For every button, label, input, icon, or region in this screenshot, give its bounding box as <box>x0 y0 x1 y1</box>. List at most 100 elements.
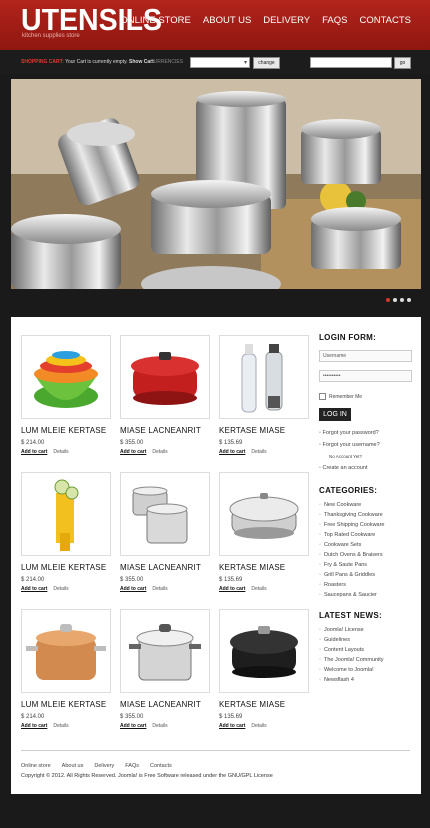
category-item[interactable]: Grill Pans & Griddles <box>319 572 414 578</box>
product-image[interactable] <box>120 472 210 556</box>
product-image[interactable] <box>219 472 309 556</box>
nav-about-us[interactable]: ABOUT US <box>203 15 251 26</box>
product-image[interactable] <box>120 609 210 693</box>
slider-dot[interactable] <box>386 298 390 302</box>
product-image[interactable] <box>21 335 111 419</box>
slider-dot[interactable] <box>400 298 404 302</box>
product-price: $ 135.69 <box>219 577 243 583</box>
nav-faqs[interactable]: FAQS <box>322 15 347 26</box>
add-to-cart-link[interactable]: Add to cart <box>219 723 245 729</box>
nested-bowls-image <box>34 351 98 408</box>
product-image[interactable] <box>21 609 111 693</box>
add-to-cart-link[interactable]: Add to cart <box>120 723 146 729</box>
forgot-password-link[interactable]: ◦ Forgot your password? <box>319 430 414 436</box>
category-item[interactable]: Free Shipping Cookware <box>319 522 414 528</box>
product-card: KERTASE MIASE $ 135.69 Add to cart Detail… <box>219 472 309 592</box>
product-name[interactable]: KERTASE MIASE <box>219 700 309 709</box>
product-card: LUM MLEIE KERTASE $ 214.00 Add to cart De… <box>21 472 111 592</box>
nav-contacts[interactable]: CONTACTS <box>359 15 411 26</box>
category-item[interactable]: Fry & Saute Pans <box>319 562 414 568</box>
add-to-cart-link[interactable]: Add to cart <box>120 449 146 455</box>
add-to-cart-link[interactable]: Add to cart <box>21 723 47 729</box>
nav-online-store[interactable]: ONLINE STORE <box>120 15 191 26</box>
forgot-username-link[interactable]: ◦ Forgot your username? <box>319 442 414 448</box>
product-image[interactable] <box>120 335 210 419</box>
product-price: $ 355.00 <box>120 440 144 446</box>
details-link[interactable]: Details <box>152 723 167 729</box>
add-to-cart-link[interactable]: Add to cart <box>21 449 47 455</box>
currency-select[interactable]: ▾ <box>190 57 250 68</box>
product-name[interactable]: MIASE LACNEANRIT <box>120 426 210 435</box>
add-to-cart-link[interactable]: Add to cart <box>219 449 245 455</box>
cart-empty-text: Your Cart is currently empty. <box>65 59 128 65</box>
product-image[interactable] <box>219 335 309 419</box>
forgot-username-label[interactable]: Forgot your username? <box>322 442 379 448</box>
details-link[interactable]: Details <box>53 449 68 455</box>
add-to-cart-link[interactable]: Add to cart <box>120 586 146 592</box>
details-link[interactable]: Details <box>53 586 68 592</box>
cookware-set-image <box>11 79 421 289</box>
username-field[interactable]: Username <box>319 350 412 362</box>
change-currency-button[interactable]: change <box>253 57 280 69</box>
details-link[interactable]: Details <box>251 449 266 455</box>
product-card: LUM MLEIE KERTASE $ 214.00 Add to cart De… <box>21 609 111 729</box>
footer-link-faqs[interactable]: FAQs <box>125 763 139 769</box>
vegetable-slicer-image <box>54 479 79 551</box>
news-item[interactable]: Welcome to Joomla! <box>319 667 414 673</box>
footer-link-contacts[interactable]: Contacts <box>150 763 172 769</box>
product-name[interactable]: MIASE LACNEANRIT <box>120 563 210 572</box>
slider-dot[interactable] <box>393 298 397 302</box>
details-link[interactable]: Details <box>53 723 68 729</box>
login-button[interactable]: LOG IN <box>319 408 351 421</box>
footer-link-online-store[interactable]: Online store <box>21 763 51 769</box>
latest-news-title: LATEST NEWS: <box>319 611 383 620</box>
product-name[interactable]: LUM MLEIE KERTASE <box>21 700 111 709</box>
footer-link-delivery[interactable]: Delivery <box>94 763 114 769</box>
currencies-label: CURRENCIES <box>150 59 184 65</box>
forgot-password-label[interactable]: Forgot your password? <box>322 430 378 436</box>
product-name[interactable]: KERTASE MIASE <box>219 563 309 572</box>
nav-delivery[interactable]: DELIVERY <box>263 15 310 26</box>
slider-dot[interactable] <box>407 298 411 302</box>
stainless-casserole-image <box>229 493 299 539</box>
product-name[interactable]: LUM MLEIE KERTASE <box>21 426 111 435</box>
product-name[interactable]: LUM MLEIE KERTASE <box>21 563 111 572</box>
category-item[interactable]: Dutch Ovens & Braisers <box>319 552 414 558</box>
product-name[interactable]: KERTASE MIASE <box>219 426 309 435</box>
remember-checkbox[interactable] <box>319 393 326 400</box>
category-item[interactable]: New Cookware <box>319 502 414 508</box>
news-item[interactable]: The Joomla! Community <box>319 657 414 663</box>
news-item[interactable]: Content Layouts <box>319 647 414 653</box>
add-to-cart-link[interactable]: Add to cart <box>219 586 245 592</box>
category-item[interactable]: Thanksgiving Cookware <box>319 512 414 518</box>
footer-link-about-us[interactable]: About us <box>62 763 84 769</box>
product-image[interactable] <box>219 609 309 693</box>
category-item[interactable]: Roasters <box>319 582 414 588</box>
news-item[interactable]: Guidelines <box>319 637 414 643</box>
details-link[interactable]: Details <box>251 723 266 729</box>
password-field[interactable]: •••••••••• <box>319 370 412 382</box>
product-card: LUM MLEIE KERTASE $ 214.00 Add to cart De… <box>21 335 111 455</box>
product-image[interactable] <box>21 472 111 556</box>
create-account-label[interactable]: Create an account <box>322 465 367 471</box>
details-link[interactable]: Details <box>152 449 167 455</box>
categories-title: CATEGORIES: <box>319 486 378 495</box>
hero-slider[interactable] <box>11 79 421 289</box>
add-to-cart-link[interactable]: Add to cart <box>21 586 47 592</box>
details-link[interactable]: Details <box>251 586 266 592</box>
main-nav: ONLINE STORE ABOUT US DELIVERY FAQS CONT… <box>120 15 411 26</box>
search-go-button[interactable]: go <box>394 57 411 69</box>
category-item[interactable]: Cookware Sets <box>319 542 414 548</box>
copyright-text: Copyright © 2012. All Rights Reserved. J… <box>21 773 273 779</box>
details-link[interactable]: Details <box>152 586 167 592</box>
product-name[interactable]: MIASE LACNEANRIT <box>120 700 210 709</box>
news-item[interactable]: Joomla! License <box>319 627 414 633</box>
create-account-link[interactable]: ◦ Create an account <box>319 465 414 471</box>
remember-me[interactable]: Remember Me <box>319 393 414 400</box>
soda-bottles-image <box>241 344 283 413</box>
category-item[interactable]: Saucepans & Saucier <box>319 592 414 598</box>
footer-nav: Online store About us Delivery FAQs Cont… <box>21 763 172 769</box>
search-input[interactable] <box>310 57 392 68</box>
category-item[interactable]: Top Rated Cookware <box>319 532 414 538</box>
news-item[interactable]: Newsflash 4 <box>319 677 414 683</box>
